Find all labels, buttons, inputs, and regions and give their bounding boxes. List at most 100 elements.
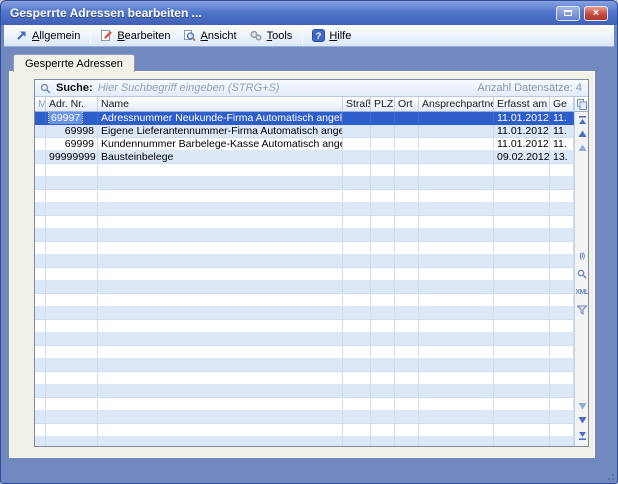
cell-ansprechpartner [419,190,494,202]
table-row[interactable]: 69997Adressnummer Neukunde-Firma Automat… [35,112,574,125]
cell-ansprechpartner [419,112,494,124]
table-row[interactable] [35,164,574,177]
cell-erfasst [494,385,550,397]
close-button[interactable]: × [584,6,608,21]
cell-ansprechpartner [419,333,494,345]
restore-window-button[interactable] [556,6,580,21]
column-header-strasse[interactable]: Straße [343,97,371,111]
scroll-to-top-icon [578,116,587,125]
cell-ge [550,203,574,215]
table-row[interactable] [35,255,574,268]
scroll-up-button[interactable] [576,128,588,140]
column-header-ansprechpartner[interactable]: Ansprechpartner [419,97,494,111]
cell-strasse [343,190,371,202]
cell-strasse [343,268,371,280]
column-options-button[interactable] [575,97,588,112]
xml-export-button[interactable]: XML [576,286,588,298]
table-row[interactable] [35,216,574,229]
scroll-up-alt-button[interactable] [576,142,588,154]
table-row[interactable]: 69999Kundennummer Barbelege-Kasse Automa… [35,138,574,151]
column-header-erfasst[interactable]: Erfasst am [494,97,550,111]
cell-ort [395,177,419,189]
cell-erfasst [494,359,550,371]
tab-gesperrte-adressen[interactable]: Gesperrte Adressen [13,54,135,72]
cell-ansprechpartner [419,307,494,319]
table-row[interactable] [35,437,574,446]
table-row[interactable] [35,424,574,437]
table-row[interactable] [35,398,574,411]
table-row[interactable] [35,242,574,255]
table-row[interactable] [35,203,574,216]
table-row[interactable] [35,372,574,385]
brackets-button[interactable]: (I) [576,250,588,262]
table-row[interactable] [35,268,574,281]
menu-item-label: Allgemein [32,30,80,42]
cell-m [35,411,46,423]
scroll-to-bottom-button[interactable] [576,429,588,441]
cell-erfasst: 11.01.2012 [494,112,550,124]
column-header-plz[interactable]: PLZ [371,97,395,111]
menu-item-hilfe[interactable]: ?Hilfe [306,27,358,45]
cell-plz [371,307,395,319]
cell-ansprechpartner [419,255,494,267]
cell-strasse [343,411,371,423]
menu-item-tools[interactable]: Tools [244,27,300,45]
search-input[interactable]: Hier Suchbegriff eingeben (STRG+S) [98,82,280,94]
cell-adr [46,190,98,202]
cell-strasse [343,255,371,267]
table-row[interactable] [35,359,574,372]
cell-plz [371,281,395,293]
cell-ansprechpartner [419,281,494,293]
cell-m [35,112,46,124]
cell-ansprechpartner [419,203,494,215]
scroll-up-alt-icon [578,144,587,152]
column-header-ge[interactable]: Ge [550,97,574,111]
column-header-name[interactable]: Name [98,97,343,111]
scroll-down-button[interactable] [576,414,588,426]
column-header-ort[interactable]: Ort [395,97,419,111]
table-row[interactable] [35,385,574,398]
search-bar[interactable]: Suche: Hier Suchbegriff eingeben (STRG+S… [35,80,588,97]
menu-item-bearbeiten[interactable]: Bearbeiten [94,27,177,45]
cell-strasse [343,424,371,436]
scroll-to-top-button[interactable] [576,114,588,126]
table-row[interactable] [35,307,574,320]
cell-ort [395,268,419,280]
table-row[interactable] [35,411,574,424]
table-row[interactable] [35,294,574,307]
cell-m [35,320,46,332]
cell-adr [46,242,98,254]
cell-m [35,164,46,176]
table-row[interactable] [35,177,574,190]
table-row[interactable] [35,333,574,346]
scroll-down-alt-button[interactable] [576,400,588,412]
menu-item-ansicht[interactable]: Ansicht [178,27,244,45]
cell-ge [550,320,574,332]
cell-strasse [343,242,371,254]
cell-ort [395,190,419,202]
grid-search-button[interactable] [576,268,588,280]
column-header-adr[interactable]: Adr. Nr. [46,97,98,111]
column-header-m[interactable]: M [35,97,46,111]
cell-m [35,242,46,254]
table-row[interactable]: 69998Eigene Lieferantennummer-Firma Auto… [35,125,574,138]
cell-name [98,255,343,267]
table-rows: 69997Adressnummer Neukunde-Firma Automat… [35,112,574,446]
table-row[interactable]: 99999999Bausteinbelege09.02.201213. [35,151,574,164]
table-row[interactable] [35,229,574,242]
filter-button[interactable] [576,304,588,316]
column-options-icon [577,99,587,110]
cell-plz [371,164,395,176]
cell-ge [550,255,574,267]
table-row[interactable] [35,190,574,203]
table-row[interactable] [35,346,574,359]
cell-name: Kundennummer Barbelege-Kasse Automatisch… [98,138,343,150]
cell-ort [395,411,419,423]
menu-item-allgemein[interactable]: Allgemein [9,27,87,45]
table-row[interactable] [35,281,574,294]
titlebar[interactable]: Gesperrte Adressen bearbeiten ... × [1,1,617,25]
table-row[interactable] [35,320,574,333]
resize-grip[interactable] [604,470,614,480]
cell-ge: 11. [550,112,574,124]
cell-ort [395,359,419,371]
